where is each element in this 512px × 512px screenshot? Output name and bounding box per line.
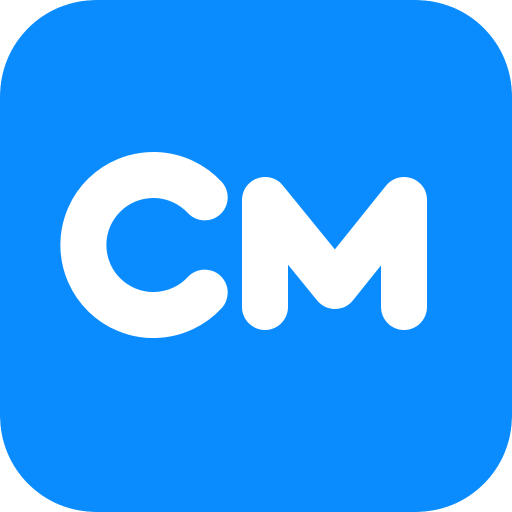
monogram-logo: CM (0, 0, 512, 512)
cm-monogram-icon: CM (0, 0, 512, 512)
